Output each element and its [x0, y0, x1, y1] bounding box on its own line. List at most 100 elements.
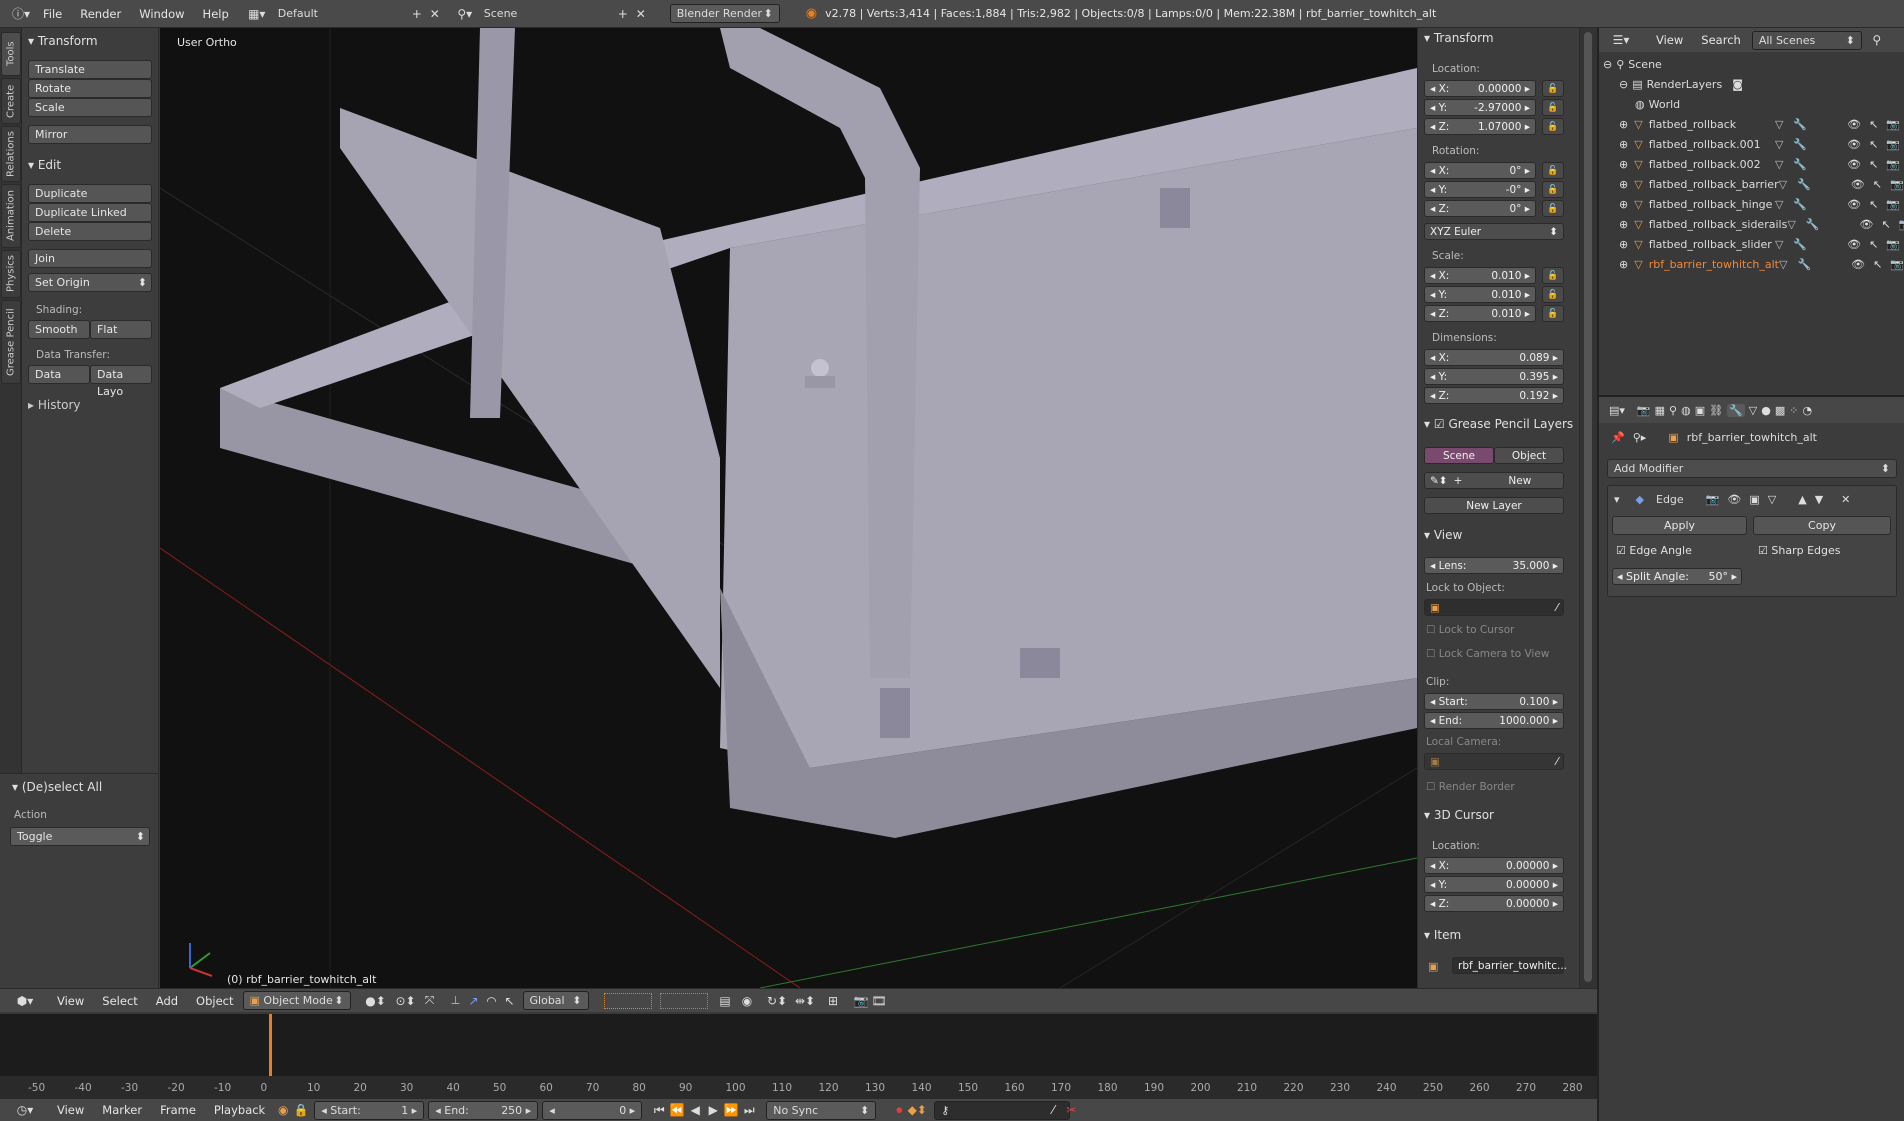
translate-manipulator-icon[interactable]: ⟂	[447, 992, 465, 1010]
expand-icon[interactable]: ⊕	[1619, 118, 1628, 131]
rotation-x-field[interactable]: ◂ X: 0° ▸	[1424, 162, 1536, 179]
scene-selector[interactable]: Scene	[477, 4, 614, 23]
view-header[interactable]: ▾ View	[1424, 528, 1462, 542]
object-name[interactable]: rbf_barrier_towhitch_alt	[1649, 258, 1779, 271]
scale-manipulator-icon[interactable]: ◠	[483, 992, 501, 1010]
layout-grid-icon[interactable]: ▦▾	[244, 5, 270, 23]
outliner-search-menu[interactable]: Search	[1692, 33, 1750, 47]
info-editor-icon[interactable]: ⓘ▾	[8, 5, 34, 23]
current-frame-marker[interactable]	[269, 1014, 272, 1078]
smooth-button[interactable]: Smooth	[28, 320, 90, 339]
lock-camera-checkbox[interactable]: ☐ Lock Camera to View	[1426, 648, 1549, 660]
tab-relations[interactable]: Relations	[1, 126, 21, 182]
render-camera-icon[interactable]: 📷	[1886, 198, 1900, 211]
timeline-marker-menu[interactable]: Marker	[93, 1103, 151, 1117]
next-keyframe-icon[interactable]: ⏩	[722, 1101, 740, 1119]
remove-layout-icon[interactable]: ✕	[426, 5, 444, 23]
transform-header[interactable]: ▾ Transform	[1424, 31, 1494, 45]
render-camera-icon[interactable]: 📷	[1886, 158, 1900, 171]
menu-help[interactable]: Help	[194, 7, 238, 21]
layer-buttons-2[interactable]	[660, 993, 708, 1009]
remove-scene-icon[interactable]: ✕	[632, 5, 650, 23]
dimension-z-field[interactable]: ◂ Z: 0.192 ▸	[1424, 387, 1564, 404]
viewport-view-menu[interactable]: View	[48, 994, 93, 1008]
visibility-eye-icon[interactable]: 👁	[1851, 178, 1865, 191]
lock-icon[interactable]: 🔓	[1542, 80, 1564, 97]
select-arrow-icon[interactable]: ↖	[1873, 178, 1882, 191]
cage-toggle-icon[interactable]: ▽	[1768, 493, 1776, 506]
opengl-render-icon[interactable]: 📷	[852, 992, 870, 1010]
visibility-eye-icon[interactable]: 👁	[1859, 218, 1873, 231]
gp-new-field[interactable]: ✎⬍ + New	[1424, 472, 1564, 489]
location-x-field[interactable]: ◂ X: 0.00000 ▸	[1424, 80, 1536, 97]
viewport-object-menu[interactable]: Object	[187, 994, 242, 1008]
render-tab-icon[interactable]: 📷	[1637, 404, 1651, 417]
set-origin-dropdown[interactable]: Set Origin ⬍	[28, 273, 152, 292]
outliner-view-menu[interactable]: View	[1647, 33, 1692, 47]
play-reverse-icon[interactable]: ◀	[686, 1101, 704, 1119]
add-layout-icon[interactable]: +	[408, 5, 426, 23]
texture-tab-icon[interactable]: ▩	[1775, 404, 1785, 417]
mirror-button[interactable]: Mirror	[28, 125, 152, 144]
render-engine-select[interactable]: Blender Render ⬍	[669, 4, 780, 23]
location-z-field[interactable]: ◂ Z: 1.07000 ▸	[1424, 118, 1536, 135]
collapse-icon[interactable]: ⊖	[1603, 58, 1612, 71]
render-border-checkbox[interactable]: ☐ Render Border	[1426, 781, 1515, 793]
grease-pencil-header[interactable]: ▾ ☑ Grease Pencil Layers	[1424, 417, 1573, 431]
local-camera-field[interactable]: ▣ ⁄	[1424, 753, 1564, 770]
expand-icon[interactable]: ⊕	[1619, 138, 1628, 151]
render-camera-icon[interactable]: 📷	[1899, 218, 1904, 231]
menu-render[interactable]: Render	[71, 7, 130, 21]
select-arrow-icon[interactable]: ↖	[1873, 258, 1882, 271]
select-arrow-icon[interactable]: ↖	[1881, 218, 1890, 231]
item-header[interactable]: ▾ Item	[1424, 928, 1461, 942]
viewport-toggle-icon[interactable]: 👁	[1727, 493, 1741, 506]
collapse-arrow-icon[interactable]: ▾	[1614, 493, 1620, 506]
close-icon[interactable]: ✕	[1841, 493, 1850, 506]
sync-mode-select[interactable]: No Sync ⬍	[766, 1100, 877, 1120]
lock-icon[interactable]: 🔓	[1542, 162, 1564, 179]
edge-angle-checkbox[interactable]: ☑ Edge Angle	[1616, 544, 1692, 557]
scale-z-field[interactable]: ◂ Z: 0.010 ▸	[1424, 305, 1536, 322]
modifiers-tab-icon[interactable]: 🔧	[1727, 403, 1745, 417]
transform-panel-header[interactable]: ▾ Transform	[22, 30, 104, 52]
timeline-frame-menu[interactable]: Frame	[151, 1103, 205, 1117]
duplicate-linked-button[interactable]: Duplicate Linked	[28, 203, 152, 222]
data-tab-icon[interactable]: ▽	[1749, 404, 1757, 417]
select-arrow-icon[interactable]: ↖	[1869, 158, 1878, 171]
current-frame-field[interactable]: ◂ 0 ▸	[542, 1100, 643, 1120]
properties-editor-icon[interactable]: ▤▾	[1609, 404, 1625, 417]
dimension-y-field[interactable]: ◂ Y: 0.395 ▸	[1424, 368, 1564, 385]
physics-tab-icon[interactable]: ◔	[1802, 404, 1812, 417]
operator-panel-header[interactable]: ▾ (De)select All	[6, 776, 108, 798]
object-name[interactable]: flatbed_rollback	[1649, 118, 1736, 131]
data-transfer-button[interactable]: Data	[28, 365, 90, 384]
viewport-editor-icon[interactable]: ⬢▾	[12, 992, 38, 1010]
3d-cursor-header[interactable]: ▾ 3D Cursor	[1424, 808, 1494, 822]
add-scene-icon[interactable]: +	[614, 5, 632, 23]
lock-icon[interactable]: 🔓	[1542, 286, 1564, 303]
scale-handle-icon[interactable]: ↖	[501, 992, 519, 1010]
lock-to-cursor-checkbox[interactable]: ☐ Lock to Cursor	[1426, 624, 1514, 636]
apply-button[interactable]: Apply	[1612, 516, 1747, 535]
menu-window[interactable]: Window	[130, 7, 193, 21]
move-up-icon[interactable]: ▲	[1798, 493, 1806, 506]
visibility-eye-icon[interactable]: 👁	[1847, 118, 1861, 131]
render-camera-icon[interactable]: 📷	[1890, 178, 1904, 191]
checkbox-checked-icon[interactable]: ☑	[1434, 417, 1445, 431]
rotate-manipulator-icon[interactable]: ↗	[465, 992, 483, 1010]
keying-set-icon[interactable]: ◆⬍	[908, 1101, 927, 1119]
data-layout-transfer-button[interactable]: Data Layo	[90, 365, 152, 398]
delete-keyframe-icon[interactable]: ✂	[1062, 1101, 1080, 1119]
select-arrow-icon[interactable]: ↖	[1869, 198, 1878, 211]
select-arrow-icon[interactable]: ↖	[1869, 118, 1878, 131]
outliner-row-scene[interactable]: ⊖ ⚲ Scene	[1599, 54, 1904, 74]
constraints-tab-icon[interactable]: ⛓	[1709, 404, 1723, 417]
outliner-row-object[interactable]: ⊕ ▽ flatbed_rollback_hinge ▽ 🔧 👁 ↖ 📷	[1599, 194, 1904, 214]
object-name[interactable]: flatbed_rollback_siderails	[1649, 218, 1788, 231]
move-down-icon[interactable]: ▼	[1815, 493, 1823, 506]
tab-animation[interactable]: Animation	[1, 184, 21, 248]
scale-x-field[interactable]: ◂ X: 0.010 ▸	[1424, 267, 1536, 284]
render-toggle-icon[interactable]: 📷	[1706, 493, 1720, 506]
editmode-toggle-icon[interactable]: ▣	[1749, 493, 1759, 506]
